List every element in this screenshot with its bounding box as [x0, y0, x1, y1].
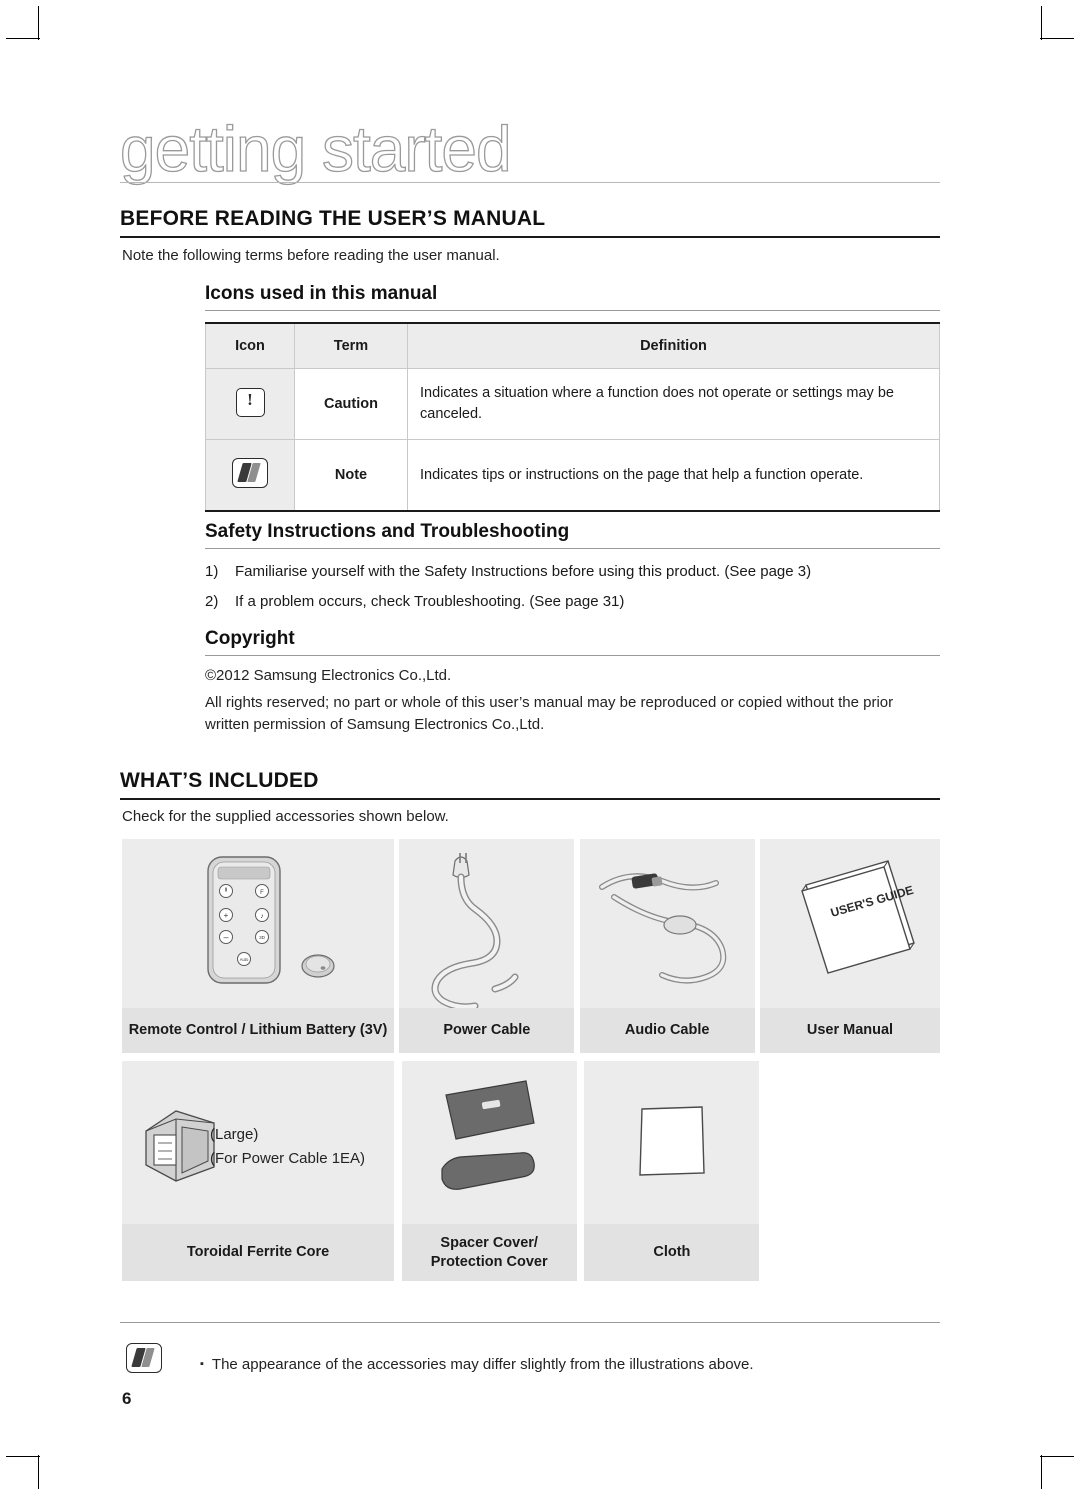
power-cable-icon	[431, 853, 519, 1008]
section-intro-2: Check for the supplied accessories shown…	[122, 808, 449, 825]
icons-table-header-definition: Definition	[407, 322, 940, 369]
accessory-audio-cable: Audio Cable	[579, 839, 755, 1053]
note-definition: Indicates tips or instructions on the pa…	[407, 439, 940, 512]
list-item-text: If a problem occurs, check Troubleshooti…	[235, 593, 625, 610]
svg-text:3D: 3D	[259, 935, 266, 940]
accessory-remote-control: F + ♪ – 3D Auto Remote Control / Lithium…	[122, 839, 394, 1053]
cloth-icon	[639, 1106, 706, 1176]
copyright-line-2: All rights reserved; no part or whole of…	[205, 694, 894, 733]
chapter-title-rule	[120, 182, 940, 183]
cloth-image	[584, 1061, 760, 1224]
list-item-text: Familiarise yourself with the Safety Ins…	[235, 563, 812, 580]
icons-table-header-term: Term	[294, 322, 408, 369]
crop-mark-top-right-v	[1041, 6, 1042, 40]
list-item-number: 1)	[205, 563, 219, 580]
note-icon-cell	[205, 439, 295, 512]
section-intro-1: Note the following terms before reading …	[122, 247, 500, 264]
accessory-label-spacer-cover: Spacer Cover/ Protection Cover	[401, 1224, 577, 1281]
audio-cable-icon	[598, 873, 726, 984]
remote-control-image: F + ♪ – 3D Auto	[122, 839, 394, 1008]
caution-icon	[235, 387, 265, 417]
note-term: Note	[294, 439, 408, 512]
svg-text:F: F	[260, 890, 264, 896]
spacer-cover-icon	[441, 1080, 535, 1190]
safety-list: 1) Familiarise yourself with the Safety I…	[205, 557, 811, 617]
accessories-row-1: F + ♪ – 3D Auto Remote Control / Lithium…	[122, 839, 940, 1053]
page-number: 6	[122, 1389, 132, 1408]
note-icon	[126, 1343, 162, 1373]
footer-note-bullet: ▪	[200, 1358, 204, 1370]
accessory-label-spacer-cover-line2: Protection Cover	[430, 1253, 548, 1270]
accessory-user-manual: USER'S GUIDE User Manual	[759, 839, 940, 1053]
accessory-cloth: Cloth	[584, 1061, 760, 1281]
svg-text:–: –	[223, 932, 228, 942]
footer-rule	[120, 1322, 940, 1323]
note-icon	[232, 458, 268, 488]
footer-note: ▪ The appearance of the accessories may d…	[200, 1356, 754, 1373]
subsection-rule-safety	[205, 548, 940, 549]
section-heading-whats-included: WHAT’S INCLUDED	[120, 769, 319, 792]
accessory-label-remote-control: Remote Control / Lithium Battery (3V)	[122, 1008, 394, 1053]
power-cable-image	[399, 839, 575, 1008]
audio-cable-image	[579, 839, 755, 1008]
subsection-safety: Safety Instructions and Troubleshooting	[205, 521, 570, 542]
manual-page: getting started BEFORE READING THE USER’…	[0, 0, 1080, 1495]
svg-text:♪: ♪	[260, 913, 264, 920]
list-item: 2) If a problem occurs, check Troubleshoo…	[205, 587, 811, 617]
subsection-rule-icons-used	[205, 310, 940, 311]
crop-mark-top-left-v	[38, 6, 39, 40]
accessory-power-cable: Power Cable	[399, 839, 575, 1053]
accessories-row-2: (Large) (For Power Cable 1EA) Toroidal F…	[122, 1061, 940, 1281]
table-row: Caution Indicates a situation where a fu…	[205, 368, 940, 440]
spacer-cover-image	[401, 1061, 577, 1224]
accessory-spacer-cover: Spacer Cover/ Protection Cover	[401, 1061, 577, 1281]
crop-mark-bottom-right-h	[1040, 1456, 1074, 1457]
svg-text:Auto: Auto	[240, 957, 249, 962]
accessory-ferrite-core: (Large) (For Power Cable 1EA) Toroidal F…	[122, 1061, 394, 1281]
subsection-icons-used: Icons used in this manual	[205, 283, 438, 304]
subsection-copyright: Copyright	[205, 628, 295, 649]
user-manual-image: USER'S GUIDE	[759, 839, 940, 1008]
copyright-line-1: ©2012 Samsung Electronics Co.,Ltd.	[205, 667, 452, 684]
icons-table-header-icon: Icon	[205, 322, 295, 369]
subsection-rule-copyright	[205, 655, 940, 656]
ferrite-core-image: (Large) (For Power Cable 1EA)	[122, 1061, 394, 1224]
footer-note-icon-wrap	[126, 1343, 162, 1378]
crop-mark-top-right-h	[1040, 38, 1074, 39]
crop-mark-bottom-left-h	[6, 1456, 40, 1457]
accessories-empty-cell	[767, 1061, 940, 1281]
crop-mark-bottom-right-v	[1041, 1455, 1042, 1489]
section-rule-1	[120, 236, 940, 238]
caution-definition: Indicates a situation where a function d…	[407, 368, 940, 440]
ferrite-core-caption-2: (For Power Cable 1EA)	[210, 1150, 366, 1167]
crop-mark-bottom-left-v	[38, 1455, 39, 1489]
ferrite-core-caption-1: (Large)	[210, 1126, 259, 1143]
section-rule-2	[120, 798, 940, 800]
section-heading-before-reading: BEFORE READING THE USER’S MANUAL	[120, 207, 546, 230]
table-row: Note Indicates tips or instructions on t…	[205, 439, 940, 512]
svg-text:+: +	[224, 911, 229, 920]
accessory-label-ferrite-core: Toroidal Ferrite Core	[122, 1224, 394, 1281]
accessory-label-power-cable: Power Cable	[399, 1008, 575, 1053]
list-item: 1) Familiarise yourself with the Safety I…	[205, 557, 811, 587]
remote-control-icon: F + ♪ – 3D Auto	[207, 856, 335, 984]
caution-term: Caution	[294, 368, 408, 440]
footer-note-text: The appearance of the accessories may di…	[211, 1356, 754, 1373]
chapter-title: getting started	[119, 112, 512, 185]
user-manual-icon: USER'S GUIDE	[801, 860, 915, 974]
accessory-label-user-manual: User Manual	[759, 1008, 940, 1053]
list-item-number: 2)	[205, 593, 219, 610]
accessory-label-cloth: Cloth	[584, 1224, 760, 1281]
caution-icon-cell	[205, 368, 295, 440]
accessories-grid: F + ♪ – 3D Auto Remote Control / Lithium…	[122, 839, 940, 1281]
icons-table: Icon Term Definition Caution Indicates a…	[205, 322, 940, 512]
accessory-label-audio-cable: Audio Cable	[579, 1008, 755, 1053]
accessory-label-spacer-cover-line1: Spacer Cover/	[440, 1234, 538, 1251]
crop-mark-top-left-h	[6, 38, 40, 39]
